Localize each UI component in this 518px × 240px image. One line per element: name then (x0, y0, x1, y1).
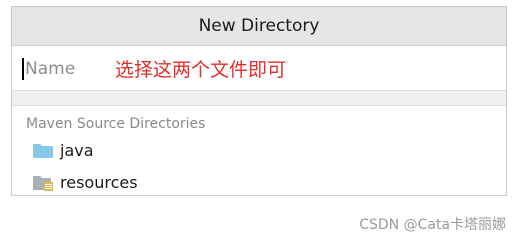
name-row: 选择这两个文件即可 (12, 46, 506, 90)
name-input[interactable] (23, 54, 115, 84)
section-label: Maven Source Directories (26, 116, 206, 132)
watermark: CSDN @Cata卡塔丽娜 (359, 217, 506, 233)
folder-icon (32, 141, 54, 159)
dialog-title: New Directory (12, 7, 506, 46)
new-directory-dialog: New Directory 选择这两个文件即可 Maven Source Dir… (11, 6, 507, 196)
separator (12, 90, 506, 106)
resources-folder-icon (32, 173, 54, 191)
directory-item-resources[interactable]: resources (12, 166, 506, 198)
directory-item-label: resources (60, 172, 138, 192)
directory-item-label: java (60, 140, 94, 160)
annotation-text: 选择这两个文件即可 (115, 59, 287, 81)
directory-item-java[interactable]: java (12, 134, 506, 166)
